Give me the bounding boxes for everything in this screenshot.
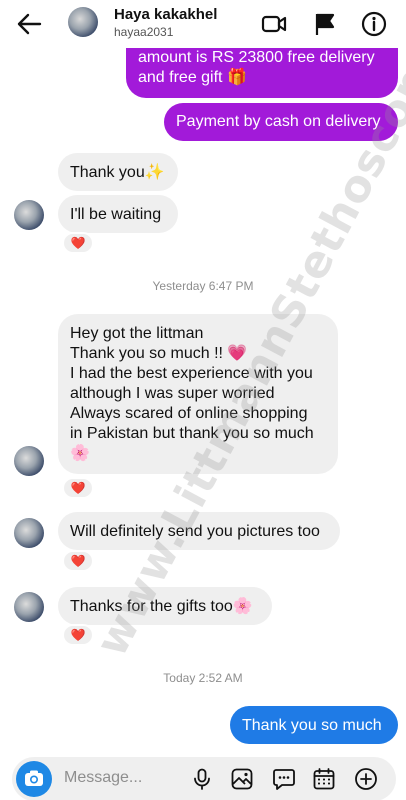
avatar[interactable] — [14, 518, 44, 548]
heart-reaction[interactable]: ❤️ — [62, 232, 94, 254]
avatar[interactable] — [14, 446, 44, 476]
camera-button[interactable] — [16, 761, 52, 797]
message-text: Thanks for the gifts too🌸 — [70, 598, 253, 615]
avatar[interactable] — [14, 200, 44, 230]
message-text: Payment by cash on delivery — [176, 113, 381, 130]
heart-reaction[interactable]: ❤️ — [62, 477, 94, 499]
incoming-message[interactable]: Thanks for the gifts too🌸 — [58, 587, 272, 625]
avatar[interactable] — [14, 592, 44, 622]
flag-icon[interactable] — [311, 10, 339, 38]
incoming-message[interactable]: Thank you✨ — [58, 153, 178, 191]
timestamp: Today 2:52 AM — [163, 671, 243, 685]
message-text: in Pakistan but thank you so much — [70, 425, 314, 442]
message-text: Will definitely send you pictures too — [70, 523, 320, 540]
message-text: 🌸 — [70, 445, 90, 462]
video-call-icon[interactable] — [260, 10, 288, 38]
calendar-icon[interactable] — [312, 767, 336, 791]
sticker-icon[interactable] — [272, 767, 296, 791]
incoming-message[interactable]: Will definitely send you pictures too — [58, 512, 340, 550]
message-input[interactable]: Message... — [64, 769, 142, 787]
incoming-message[interactable]: Hey got the littman Thank you so much !!… — [58, 314, 338, 474]
outgoing-message[interactable]: Payment by cash on delivery — [164, 103, 398, 141]
timestamp: Yesterday 6:47 PM — [152, 279, 254, 293]
message-text: and free gift 🎁 — [138, 69, 247, 86]
microphone-icon[interactable] — [190, 767, 214, 791]
image-icon[interactable] — [230, 767, 254, 791]
message-text: I had the best experience with you — [70, 365, 313, 382]
outgoing-message[interactable]: Thank you so much — [230, 706, 398, 744]
message-composer: Message... — [12, 757, 396, 800]
info-icon[interactable] — [360, 10, 388, 38]
contact-name[interactable]: Haya kakakhel — [114, 6, 217, 23]
avatar[interactable] — [68, 7, 98, 37]
message-text: Hey got the littman — [70, 325, 204, 342]
chat-header: Haya kakakhel hayaa2031 — [0, 0, 406, 48]
back-arrow-icon[interactable] — [14, 10, 44, 38]
heart-reaction[interactable]: ❤️ — [62, 550, 94, 572]
camera-icon — [25, 770, 43, 786]
heart-reaction[interactable]: ❤️ — [62, 624, 94, 646]
message-text: Thank you so much — [242, 717, 382, 734]
message-text: although I was super worried — [70, 385, 275, 402]
incoming-message[interactable]: I'll be waiting — [58, 195, 178, 233]
message-text: Thank you✨ — [70, 164, 165, 181]
contact-handle[interactable]: hayaa2031 — [114, 25, 173, 39]
add-icon[interactable] — [354, 767, 378, 791]
message-text: amount is RS 23800 free delivery — [138, 49, 375, 66]
message-text: I'll be waiting — [70, 206, 162, 223]
message-text: Always scared of online shopping — [70, 405, 308, 422]
message-text: Thank you so much !! 💗 — [70, 345, 248, 362]
